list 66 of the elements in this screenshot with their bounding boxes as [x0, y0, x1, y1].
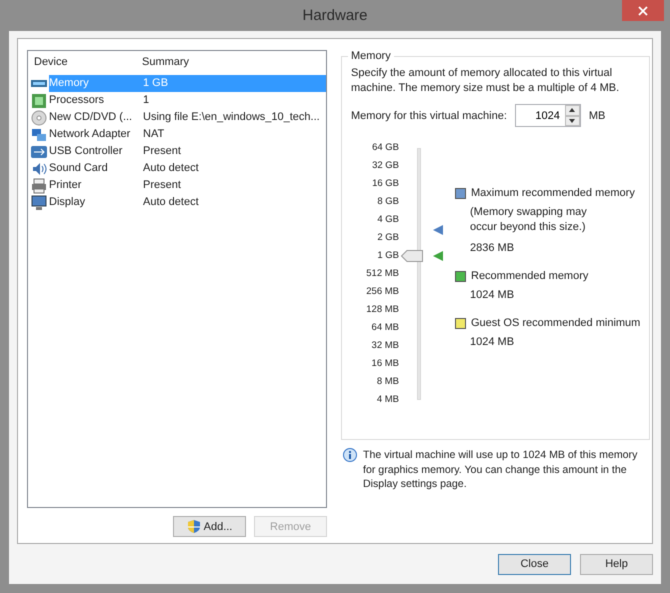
- tick-label: 8 MB: [376, 375, 399, 389]
- tick-label: 1 GB: [376, 249, 399, 263]
- window-title: Hardware: [302, 7, 368, 24]
- down-arrow-icon: [569, 118, 576, 123]
- info-icon: [343, 448, 357, 462]
- device-summary: 1 GB: [136, 75, 326, 92]
- add-button[interactable]: Add...: [173, 516, 246, 537]
- legend-value: 2836 MB: [469, 241, 516, 256]
- device-summary: Using file E:\en_windows_10_tech...: [142, 110, 321, 125]
- device-list[interactable]: Device Summary Memory 1 GB Processors 1 New CD/DVD (... Using file E:\en_windows_10_tech... Network Adapter NAT USB Controller Present Sound Card Auto detect Printer Present Display Auto detect: [27, 50, 327, 508]
- device-name[interactable]: Printer: [49, 177, 136, 194]
- speaker-icon: [31, 160, 47, 176]
- tick-label: 2 GB: [376, 231, 399, 245]
- tick-label: 16 MB: [370, 357, 399, 371]
- up-arrow-icon: [569, 108, 576, 112]
- help-button[interactable]: Help: [580, 554, 653, 574]
- device-name[interactable]: Display: [49, 194, 136, 211]
- monitor-icon: [31, 194, 47, 210]
- info-text: The virtual machine will use up to 1024 MB of this memory for graphics memory. You can change this amount in the Display settings page.: [363, 448, 638, 492]
- legend-value: 1024 MB: [469, 288, 516, 303]
- device-name[interactable]: Sound Card: [49, 160, 136, 177]
- legend-title: Guest OS recommended minimum: [471, 317, 640, 329]
- device-summary: NAT: [142, 127, 166, 142]
- tick-label: 512 MB: [365, 267, 399, 281]
- close-button[interactable]: [622, 0, 664, 21]
- tick-label: 128 MB: [365, 303, 399, 317]
- memory-spinbox[interactable]: 1024: [514, 104, 581, 127]
- device-summary: Auto detect: [142, 161, 200, 176]
- disc-icon: [31, 110, 47, 126]
- device-summary: Auto detect: [142, 195, 200, 210]
- device-summary: Present: [142, 178, 182, 193]
- column-header[interactable]: Summary: [136, 51, 326, 73]
- tick-label: 32 MB: [370, 339, 399, 353]
- slider-thumb[interactable]: [401, 250, 423, 262]
- spin-up-button[interactable]: [564, 105, 580, 116]
- legend-note: (Memory swapping may occur beyond this size.): [469, 205, 588, 235]
- tick-label: 8 GB: [376, 195, 399, 209]
- device-name[interactable]: Network Adapter: [49, 126, 136, 143]
- device-summary: 1: [142, 93, 150, 108]
- column-header[interactable]: Device: [28, 51, 136, 73]
- printer-icon: [31, 178, 47, 194]
- chip-icon: [31, 92, 47, 108]
- device-name[interactable]: New CD/DVD (...: [49, 109, 136, 126]
- spin-down-button[interactable]: [564, 116, 580, 126]
- group-title: Memory: [350, 50, 392, 62]
- legend-title: Maximum recommended memory: [471, 187, 635, 199]
- legend-value: 1024 MB: [469, 335, 516, 350]
- shield-icon: [186, 519, 201, 534]
- usb-icon: [31, 144, 47, 160]
- legend-title: Recommended memory: [471, 270, 588, 282]
- network-icon: [31, 126, 47, 142]
- tick-label: 4 GB: [376, 213, 399, 227]
- tick-label: 64 GB: [371, 141, 399, 155]
- tick-label: 4 MB: [376, 393, 399, 407]
- unit-label: MB: [588, 110, 606, 122]
- device-name[interactable]: Processors: [49, 92, 136, 109]
- device-summary: Present: [142, 144, 182, 159]
- close-button[interactable]: Close: [498, 554, 571, 574]
- description-text: Specify the amount of memory allocated to this virtual machine. The memory size must be a multiple of 4 MB.: [351, 66, 620, 96]
- device-name[interactable]: USB Controller: [49, 143, 136, 160]
- tick-label: 16 GB: [371, 177, 399, 191]
- tick-label: 64 MB: [370, 321, 399, 335]
- tick-label: 32 GB: [371, 159, 399, 173]
- field-label: Memory for this virtual machine:: [351, 110, 507, 122]
- tick-label: 256 MB: [365, 285, 399, 299]
- close-icon: [638, 6, 648, 16]
